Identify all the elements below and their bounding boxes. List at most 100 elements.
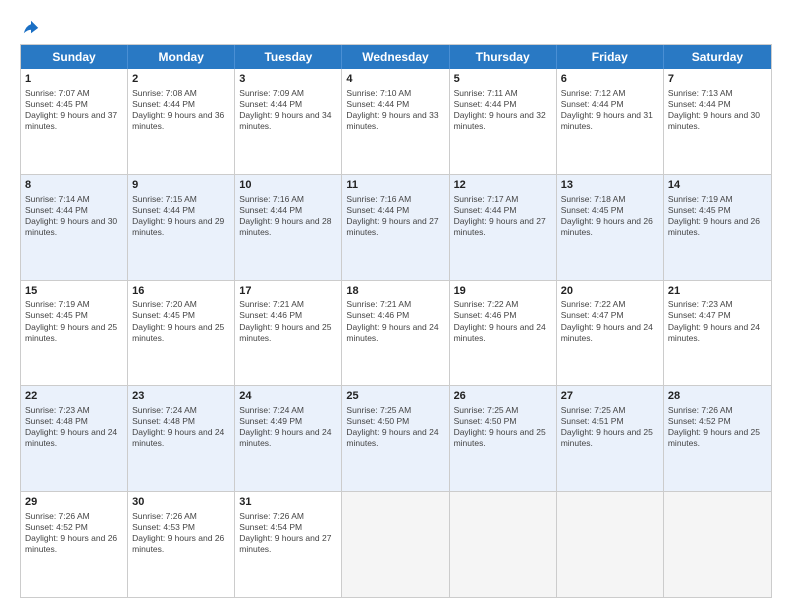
calendar-cell: 22Sunrise: 7:23 AM Sunset: 4:48 PM Dayli…: [21, 386, 128, 491]
day-info: Sunrise: 7:19 AM Sunset: 4:45 PM Dayligh…: [668, 194, 767, 238]
day-number: 3: [239, 72, 337, 87]
day-number: 9: [132, 178, 230, 193]
weekday-header-sunday: Sunday: [21, 45, 128, 69]
day-number: 1: [25, 72, 123, 87]
day-info: Sunrise: 7:25 AM Sunset: 4:50 PM Dayligh…: [454, 405, 552, 449]
day-number: 29: [25, 495, 123, 510]
calendar-cell: 13Sunrise: 7:18 AM Sunset: 4:45 PM Dayli…: [557, 175, 664, 280]
day-info: Sunrise: 7:22 AM Sunset: 4:47 PM Dayligh…: [561, 299, 659, 343]
day-number: 28: [668, 389, 767, 404]
day-number: 2: [132, 72, 230, 87]
day-number: 12: [454, 178, 552, 193]
calendar-row-3: 22Sunrise: 7:23 AM Sunset: 4:48 PM Dayli…: [21, 386, 771, 492]
calendar-cell: 26Sunrise: 7:25 AM Sunset: 4:50 PM Dayli…: [450, 386, 557, 491]
calendar-cell: 28Sunrise: 7:26 AM Sunset: 4:52 PM Dayli…: [664, 386, 771, 491]
calendar-cell: 18Sunrise: 7:21 AM Sunset: 4:46 PM Dayli…: [342, 281, 449, 386]
day-number: 11: [346, 178, 444, 193]
calendar-cell: 7Sunrise: 7:13 AM Sunset: 4:44 PM Daylig…: [664, 69, 771, 174]
day-number: 4: [346, 72, 444, 87]
day-info: Sunrise: 7:17 AM Sunset: 4:44 PM Dayligh…: [454, 194, 552, 238]
calendar-row-1: 8Sunrise: 7:14 AM Sunset: 4:44 PM Daylig…: [21, 175, 771, 281]
calendar-cell: 12Sunrise: 7:17 AM Sunset: 4:44 PM Dayli…: [450, 175, 557, 280]
day-number: 15: [25, 284, 123, 299]
calendar-cell: 4Sunrise: 7:10 AM Sunset: 4:44 PM Daylig…: [342, 69, 449, 174]
weekday-header-wednesday: Wednesday: [342, 45, 449, 69]
calendar-cell: 17Sunrise: 7:21 AM Sunset: 4:46 PM Dayli…: [235, 281, 342, 386]
day-number: 25: [346, 389, 444, 404]
calendar-cell: [342, 492, 449, 597]
calendar-cell: [557, 492, 664, 597]
calendar-header: SundayMondayTuesdayWednesdayThursdayFrid…: [21, 45, 771, 69]
day-number: 19: [454, 284, 552, 299]
day-number: 30: [132, 495, 230, 510]
day-number: 10: [239, 178, 337, 193]
day-info: Sunrise: 7:18 AM Sunset: 4:45 PM Dayligh…: [561, 194, 659, 238]
day-info: Sunrise: 7:11 AM Sunset: 4:44 PM Dayligh…: [454, 88, 552, 132]
calendar-cell: 10Sunrise: 7:16 AM Sunset: 4:44 PM Dayli…: [235, 175, 342, 280]
day-number: 27: [561, 389, 659, 404]
calendar-cell: 15Sunrise: 7:19 AM Sunset: 4:45 PM Dayli…: [21, 281, 128, 386]
day-info: Sunrise: 7:12 AM Sunset: 4:44 PM Dayligh…: [561, 88, 659, 132]
weekday-header-tuesday: Tuesday: [235, 45, 342, 69]
day-number: 21: [668, 284, 767, 299]
day-number: 6: [561, 72, 659, 87]
weekday-header-friday: Friday: [557, 45, 664, 69]
calendar-cell: 14Sunrise: 7:19 AM Sunset: 4:45 PM Dayli…: [664, 175, 771, 280]
day-info: Sunrise: 7:21 AM Sunset: 4:46 PM Dayligh…: [239, 299, 337, 343]
day-info: Sunrise: 7:21 AM Sunset: 4:46 PM Dayligh…: [346, 299, 444, 343]
calendar-cell: 23Sunrise: 7:24 AM Sunset: 4:48 PM Dayli…: [128, 386, 235, 491]
calendar-cell: 21Sunrise: 7:23 AM Sunset: 4:47 PM Dayli…: [664, 281, 771, 386]
day-info: Sunrise: 7:26 AM Sunset: 4:53 PM Dayligh…: [132, 511, 230, 555]
day-info: Sunrise: 7:23 AM Sunset: 4:48 PM Dayligh…: [25, 405, 123, 449]
day-info: Sunrise: 7:22 AM Sunset: 4:46 PM Dayligh…: [454, 299, 552, 343]
day-info: Sunrise: 7:23 AM Sunset: 4:47 PM Dayligh…: [668, 299, 767, 343]
calendar-cell: [450, 492, 557, 597]
day-info: Sunrise: 7:20 AM Sunset: 4:45 PM Dayligh…: [132, 299, 230, 343]
day-info: Sunrise: 7:26 AM Sunset: 4:52 PM Dayligh…: [25, 511, 123, 555]
day-number: 31: [239, 495, 337, 510]
day-info: Sunrise: 7:25 AM Sunset: 4:50 PM Dayligh…: [346, 405, 444, 449]
day-info: Sunrise: 7:24 AM Sunset: 4:49 PM Dayligh…: [239, 405, 337, 449]
day-info: Sunrise: 7:15 AM Sunset: 4:44 PM Dayligh…: [132, 194, 230, 238]
day-number: 7: [668, 72, 767, 87]
day-number: 24: [239, 389, 337, 404]
calendar-cell: 20Sunrise: 7:22 AM Sunset: 4:47 PM Dayli…: [557, 281, 664, 386]
day-info: Sunrise: 7:13 AM Sunset: 4:44 PM Dayligh…: [668, 88, 767, 132]
day-number: 17: [239, 284, 337, 299]
logo: [20, 18, 40, 34]
day-info: Sunrise: 7:26 AM Sunset: 4:52 PM Dayligh…: [668, 405, 767, 449]
header: [20, 18, 772, 34]
calendar-cell: 31Sunrise: 7:26 AM Sunset: 4:54 PM Dayli…: [235, 492, 342, 597]
calendar-cell: 9Sunrise: 7:15 AM Sunset: 4:44 PM Daylig…: [128, 175, 235, 280]
page: SundayMondayTuesdayWednesdayThursdayFrid…: [0, 0, 792, 612]
calendar-cell: 3Sunrise: 7:09 AM Sunset: 4:44 PM Daylig…: [235, 69, 342, 174]
weekday-header-saturday: Saturday: [664, 45, 771, 69]
calendar-cell: 8Sunrise: 7:14 AM Sunset: 4:44 PM Daylig…: [21, 175, 128, 280]
day-info: Sunrise: 7:07 AM Sunset: 4:45 PM Dayligh…: [25, 88, 123, 132]
day-number: 5: [454, 72, 552, 87]
calendar-cell: 1Sunrise: 7:07 AM Sunset: 4:45 PM Daylig…: [21, 69, 128, 174]
day-number: 8: [25, 178, 123, 193]
day-info: Sunrise: 7:14 AM Sunset: 4:44 PM Dayligh…: [25, 194, 123, 238]
day-info: Sunrise: 7:26 AM Sunset: 4:54 PM Dayligh…: [239, 511, 337, 555]
calendar-body: 1Sunrise: 7:07 AM Sunset: 4:45 PM Daylig…: [21, 69, 771, 597]
day-number: 16: [132, 284, 230, 299]
day-info: Sunrise: 7:16 AM Sunset: 4:44 PM Dayligh…: [346, 194, 444, 238]
day-info: Sunrise: 7:16 AM Sunset: 4:44 PM Dayligh…: [239, 194, 337, 238]
day-info: Sunrise: 7:10 AM Sunset: 4:44 PM Dayligh…: [346, 88, 444, 132]
calendar-cell: 2Sunrise: 7:08 AM Sunset: 4:44 PM Daylig…: [128, 69, 235, 174]
day-number: 18: [346, 284, 444, 299]
weekday-header-monday: Monday: [128, 45, 235, 69]
calendar: SundayMondayTuesdayWednesdayThursdayFrid…: [20, 44, 772, 598]
calendar-cell: 5Sunrise: 7:11 AM Sunset: 4:44 PM Daylig…: [450, 69, 557, 174]
day-number: 14: [668, 178, 767, 193]
calendar-cell: 29Sunrise: 7:26 AM Sunset: 4:52 PM Dayli…: [21, 492, 128, 597]
weekday-header-thursday: Thursday: [450, 45, 557, 69]
calendar-row-2: 15Sunrise: 7:19 AM Sunset: 4:45 PM Dayli…: [21, 281, 771, 387]
day-info: Sunrise: 7:24 AM Sunset: 4:48 PM Dayligh…: [132, 405, 230, 449]
calendar-cell: 11Sunrise: 7:16 AM Sunset: 4:44 PM Dayli…: [342, 175, 449, 280]
calendar-cell: 24Sunrise: 7:24 AM Sunset: 4:49 PM Dayli…: [235, 386, 342, 491]
day-info: Sunrise: 7:25 AM Sunset: 4:51 PM Dayligh…: [561, 405, 659, 449]
calendar-cell: 30Sunrise: 7:26 AM Sunset: 4:53 PM Dayli…: [128, 492, 235, 597]
day-info: Sunrise: 7:09 AM Sunset: 4:44 PM Dayligh…: [239, 88, 337, 132]
